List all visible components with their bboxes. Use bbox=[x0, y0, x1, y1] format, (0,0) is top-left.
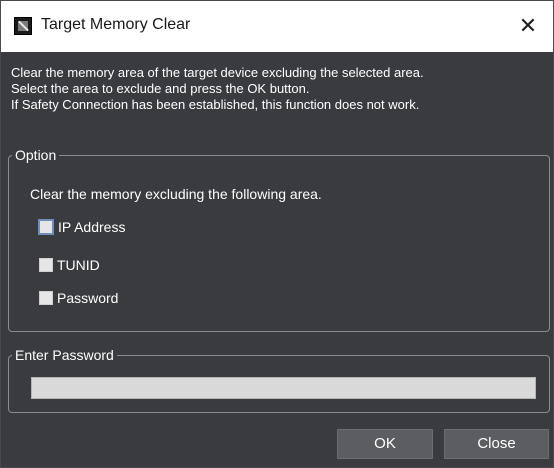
option-instruction: Clear the memory excluding the following… bbox=[30, 186, 322, 202]
enter-password-legend: Enter Password bbox=[15, 347, 114, 363]
checkbox-row-tunid[interactable]: TUNID bbox=[39, 256, 100, 274]
password-checkbox[interactable] bbox=[39, 291, 53, 305]
tunid-label: TUNID bbox=[57, 257, 100, 273]
target-memory-clear-dialog: Target Memory Clear ✕ Clear the memory a… bbox=[0, 0, 554, 468]
description-line-2: Select the area to exclude and press the… bbox=[11, 81, 310, 96]
ok-button[interactable]: OK bbox=[337, 429, 433, 459]
tunid-checkbox[interactable] bbox=[39, 258, 53, 272]
description: Clear the memory area of the target devi… bbox=[11, 65, 547, 113]
title-bar: Target Memory Clear ✕ bbox=[1, 1, 553, 52]
password-label: Password bbox=[57, 290, 119, 306]
close-icon[interactable]: ✕ bbox=[513, 11, 543, 41]
checkbox-row-password[interactable]: Password bbox=[39, 289, 118, 307]
close-button[interactable]: Close bbox=[444, 429, 549, 459]
description-line-1: Clear the memory area of the target devi… bbox=[11, 65, 424, 80]
window-title: Target Memory Clear bbox=[41, 16, 191, 33]
ip-address-label: IP Address bbox=[58, 219, 126, 235]
password-input[interactable] bbox=[31, 377, 536, 399]
ip-address-checkbox[interactable] bbox=[38, 219, 54, 235]
app-icon bbox=[14, 17, 32, 35]
checkbox-row-ip-address[interactable]: IP Address bbox=[38, 218, 126, 236]
description-line-3: If Safety Connection has been establishe… bbox=[11, 97, 420, 112]
option-legend: Option bbox=[15, 147, 57, 163]
